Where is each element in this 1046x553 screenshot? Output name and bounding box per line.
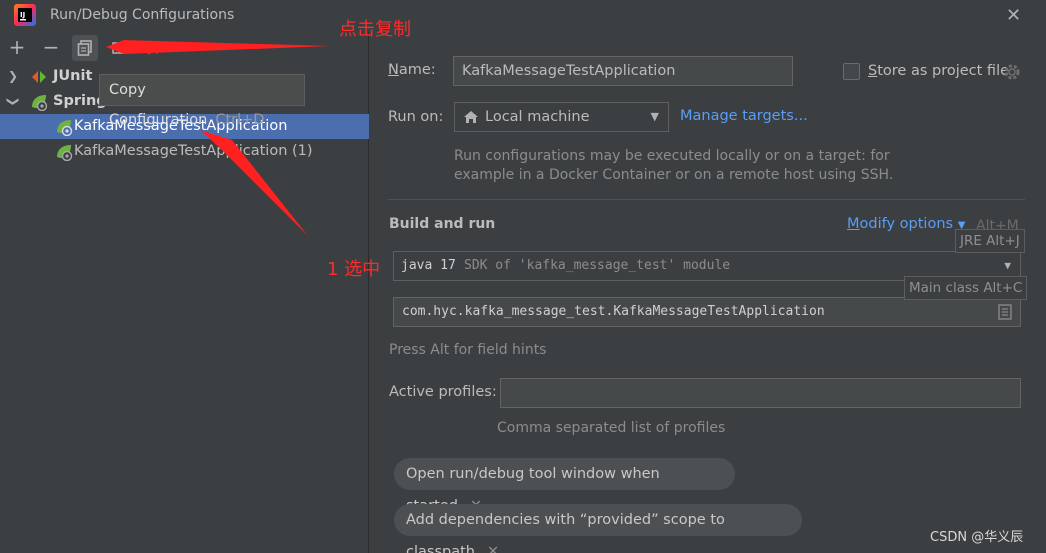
annotation-arrows [106,40,330,236]
select-arrow-icon [200,130,308,236]
copy-arrow-icon [106,40,330,54]
copy-annotation: 点击复制 [339,19,411,40]
select-annotation: 1 选中 [327,259,381,280]
watermark: CSDN @华义辰 [930,530,1024,545]
